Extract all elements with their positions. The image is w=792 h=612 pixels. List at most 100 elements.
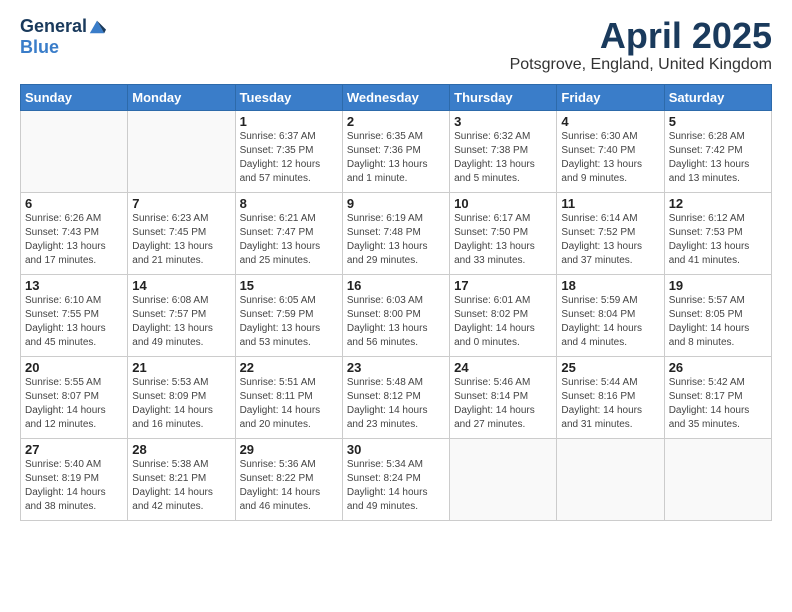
calendar-cell: 13Sunrise: 6:10 AM Sunset: 7:55 PM Dayli… xyxy=(21,274,128,356)
day-info: Sunrise: 6:03 AM Sunset: 8:00 PM Dayligh… xyxy=(347,294,445,350)
calendar-cell: 3Sunrise: 6:32 AM Sunset: 7:38 PM Daylig… xyxy=(450,110,557,192)
calendar-cell: 11Sunrise: 6:14 AM Sunset: 7:52 PM Dayli… xyxy=(557,192,664,274)
col-tuesday: Tuesday xyxy=(235,84,342,110)
calendar-cell: 7Sunrise: 6:23 AM Sunset: 7:45 PM Daylig… xyxy=(128,192,235,274)
day-number: 30 xyxy=(347,442,445,457)
day-info: Sunrise: 5:38 AM Sunset: 8:21 PM Dayligh… xyxy=(132,458,230,514)
calendar-cell: 24Sunrise: 5:46 AM Sunset: 8:14 PM Dayli… xyxy=(450,356,557,438)
col-wednesday: Wednesday xyxy=(342,84,449,110)
calendar-cell: 6Sunrise: 6:26 AM Sunset: 7:43 PM Daylig… xyxy=(21,192,128,274)
day-info: Sunrise: 6:28 AM Sunset: 7:42 PM Dayligh… xyxy=(669,130,767,186)
day-info: Sunrise: 5:51 AM Sunset: 8:11 PM Dayligh… xyxy=(240,376,338,432)
calendar-cell: 17Sunrise: 6:01 AM Sunset: 8:02 PM Dayli… xyxy=(450,274,557,356)
day-info: Sunrise: 6:17 AM Sunset: 7:50 PM Dayligh… xyxy=(454,212,552,268)
calendar-cell: 14Sunrise: 6:08 AM Sunset: 7:57 PM Dayli… xyxy=(128,274,235,356)
day-number: 1 xyxy=(240,114,338,129)
day-info: Sunrise: 6:01 AM Sunset: 8:02 PM Dayligh… xyxy=(454,294,552,350)
logo: General Blue xyxy=(20,16,106,58)
day-number: 6 xyxy=(25,196,123,211)
calendar-cell: 18Sunrise: 5:59 AM Sunset: 8:04 PM Dayli… xyxy=(557,274,664,356)
day-number: 23 xyxy=(347,360,445,375)
day-info: Sunrise: 5:55 AM Sunset: 8:07 PM Dayligh… xyxy=(25,376,123,432)
location: Potsgrove, England, United Kingdom xyxy=(510,56,772,74)
logo-general-text: General xyxy=(20,16,87,37)
day-info: Sunrise: 5:42 AM Sunset: 8:17 PM Dayligh… xyxy=(669,376,767,432)
calendar-cell: 10Sunrise: 6:17 AM Sunset: 7:50 PM Dayli… xyxy=(450,192,557,274)
week-row-5: 27Sunrise: 5:40 AM Sunset: 8:19 PM Dayli… xyxy=(21,438,772,520)
day-info: Sunrise: 6:23 AM Sunset: 7:45 PM Dayligh… xyxy=(132,212,230,268)
calendar-cell: 15Sunrise: 6:05 AM Sunset: 7:59 PM Dayli… xyxy=(235,274,342,356)
calendar-cell: 19Sunrise: 5:57 AM Sunset: 8:05 PM Dayli… xyxy=(664,274,771,356)
calendar-cell xyxy=(128,110,235,192)
day-number: 12 xyxy=(669,196,767,211)
day-number: 8 xyxy=(240,196,338,211)
calendar: Sunday Monday Tuesday Wednesday Thursday… xyxy=(20,84,772,521)
day-number: 29 xyxy=(240,442,338,457)
day-info: Sunrise: 5:36 AM Sunset: 8:22 PM Dayligh… xyxy=(240,458,338,514)
day-number: 7 xyxy=(132,196,230,211)
calendar-cell xyxy=(557,438,664,520)
calendar-cell: 21Sunrise: 5:53 AM Sunset: 8:09 PM Dayli… xyxy=(128,356,235,438)
day-info: Sunrise: 6:08 AM Sunset: 7:57 PM Dayligh… xyxy=(132,294,230,350)
col-sunday: Sunday xyxy=(21,84,128,110)
day-info: Sunrise: 6:30 AM Sunset: 7:40 PM Dayligh… xyxy=(561,130,659,186)
page: General Blue April 2025 Potsgrove, Engla… xyxy=(0,0,792,612)
day-info: Sunrise: 6:26 AM Sunset: 7:43 PM Dayligh… xyxy=(25,212,123,268)
day-number: 3 xyxy=(454,114,552,129)
day-number: 24 xyxy=(454,360,552,375)
calendar-cell: 28Sunrise: 5:38 AM Sunset: 8:21 PM Dayli… xyxy=(128,438,235,520)
logo-icon xyxy=(88,17,106,35)
day-number: 19 xyxy=(669,278,767,293)
day-number: 18 xyxy=(561,278,659,293)
calendar-cell: 30Sunrise: 5:34 AM Sunset: 8:24 PM Dayli… xyxy=(342,438,449,520)
day-number: 16 xyxy=(347,278,445,293)
calendar-cell: 1Sunrise: 6:37 AM Sunset: 7:35 PM Daylig… xyxy=(235,110,342,192)
day-number: 10 xyxy=(454,196,552,211)
day-number: 2 xyxy=(347,114,445,129)
calendar-cell: 27Sunrise: 5:40 AM Sunset: 8:19 PM Dayli… xyxy=(21,438,128,520)
header: General Blue April 2025 Potsgrove, Engla… xyxy=(20,16,772,74)
col-monday: Monday xyxy=(128,84,235,110)
day-info: Sunrise: 6:14 AM Sunset: 7:52 PM Dayligh… xyxy=(561,212,659,268)
day-info: Sunrise: 6:12 AM Sunset: 7:53 PM Dayligh… xyxy=(669,212,767,268)
day-info: Sunrise: 6:05 AM Sunset: 7:59 PM Dayligh… xyxy=(240,294,338,350)
calendar-cell: 29Sunrise: 5:36 AM Sunset: 8:22 PM Dayli… xyxy=(235,438,342,520)
calendar-cell: 26Sunrise: 5:42 AM Sunset: 8:17 PM Dayli… xyxy=(664,356,771,438)
calendar-cell xyxy=(664,438,771,520)
day-info: Sunrise: 5:40 AM Sunset: 8:19 PM Dayligh… xyxy=(25,458,123,514)
day-info: Sunrise: 5:44 AM Sunset: 8:16 PM Dayligh… xyxy=(561,376,659,432)
week-row-2: 6Sunrise: 6:26 AM Sunset: 7:43 PM Daylig… xyxy=(21,192,772,274)
day-number: 11 xyxy=(561,196,659,211)
col-friday: Friday xyxy=(557,84,664,110)
day-info: Sunrise: 6:19 AM Sunset: 7:48 PM Dayligh… xyxy=(347,212,445,268)
day-number: 17 xyxy=(454,278,552,293)
day-info: Sunrise: 5:59 AM Sunset: 8:04 PM Dayligh… xyxy=(561,294,659,350)
day-info: Sunrise: 6:32 AM Sunset: 7:38 PM Dayligh… xyxy=(454,130,552,186)
day-number: 4 xyxy=(561,114,659,129)
day-info: Sunrise: 5:53 AM Sunset: 8:09 PM Dayligh… xyxy=(132,376,230,432)
calendar-cell: 8Sunrise: 6:21 AM Sunset: 7:47 PM Daylig… xyxy=(235,192,342,274)
title-block: April 2025 Potsgrove, England, United Ki… xyxy=(510,16,772,74)
calendar-cell: 2Sunrise: 6:35 AM Sunset: 7:36 PM Daylig… xyxy=(342,110,449,192)
day-number: 26 xyxy=(669,360,767,375)
day-number: 27 xyxy=(25,442,123,457)
calendar-cell: 22Sunrise: 5:51 AM Sunset: 8:11 PM Dayli… xyxy=(235,356,342,438)
calendar-cell: 23Sunrise: 5:48 AM Sunset: 8:12 PM Dayli… xyxy=(342,356,449,438)
day-number: 9 xyxy=(347,196,445,211)
week-row-4: 20Sunrise: 5:55 AM Sunset: 8:07 PM Dayli… xyxy=(21,356,772,438)
calendar-cell: 5Sunrise: 6:28 AM Sunset: 7:42 PM Daylig… xyxy=(664,110,771,192)
week-row-3: 13Sunrise: 6:10 AM Sunset: 7:55 PM Dayli… xyxy=(21,274,772,356)
calendar-cell xyxy=(450,438,557,520)
calendar-cell: 16Sunrise: 6:03 AM Sunset: 8:00 PM Dayli… xyxy=(342,274,449,356)
week-row-1: 1Sunrise: 6:37 AM Sunset: 7:35 PM Daylig… xyxy=(21,110,772,192)
day-number: 5 xyxy=(669,114,767,129)
calendar-cell: 20Sunrise: 5:55 AM Sunset: 8:07 PM Dayli… xyxy=(21,356,128,438)
col-thursday: Thursday xyxy=(450,84,557,110)
day-info: Sunrise: 5:34 AM Sunset: 8:24 PM Dayligh… xyxy=(347,458,445,514)
calendar-cell: 12Sunrise: 6:12 AM Sunset: 7:53 PM Dayli… xyxy=(664,192,771,274)
calendar-cell: 25Sunrise: 5:44 AM Sunset: 8:16 PM Dayli… xyxy=(557,356,664,438)
day-info: Sunrise: 6:10 AM Sunset: 7:55 PM Dayligh… xyxy=(25,294,123,350)
day-number: 28 xyxy=(132,442,230,457)
logo-blue-text: Blue xyxy=(20,37,59,57)
day-number: 25 xyxy=(561,360,659,375)
